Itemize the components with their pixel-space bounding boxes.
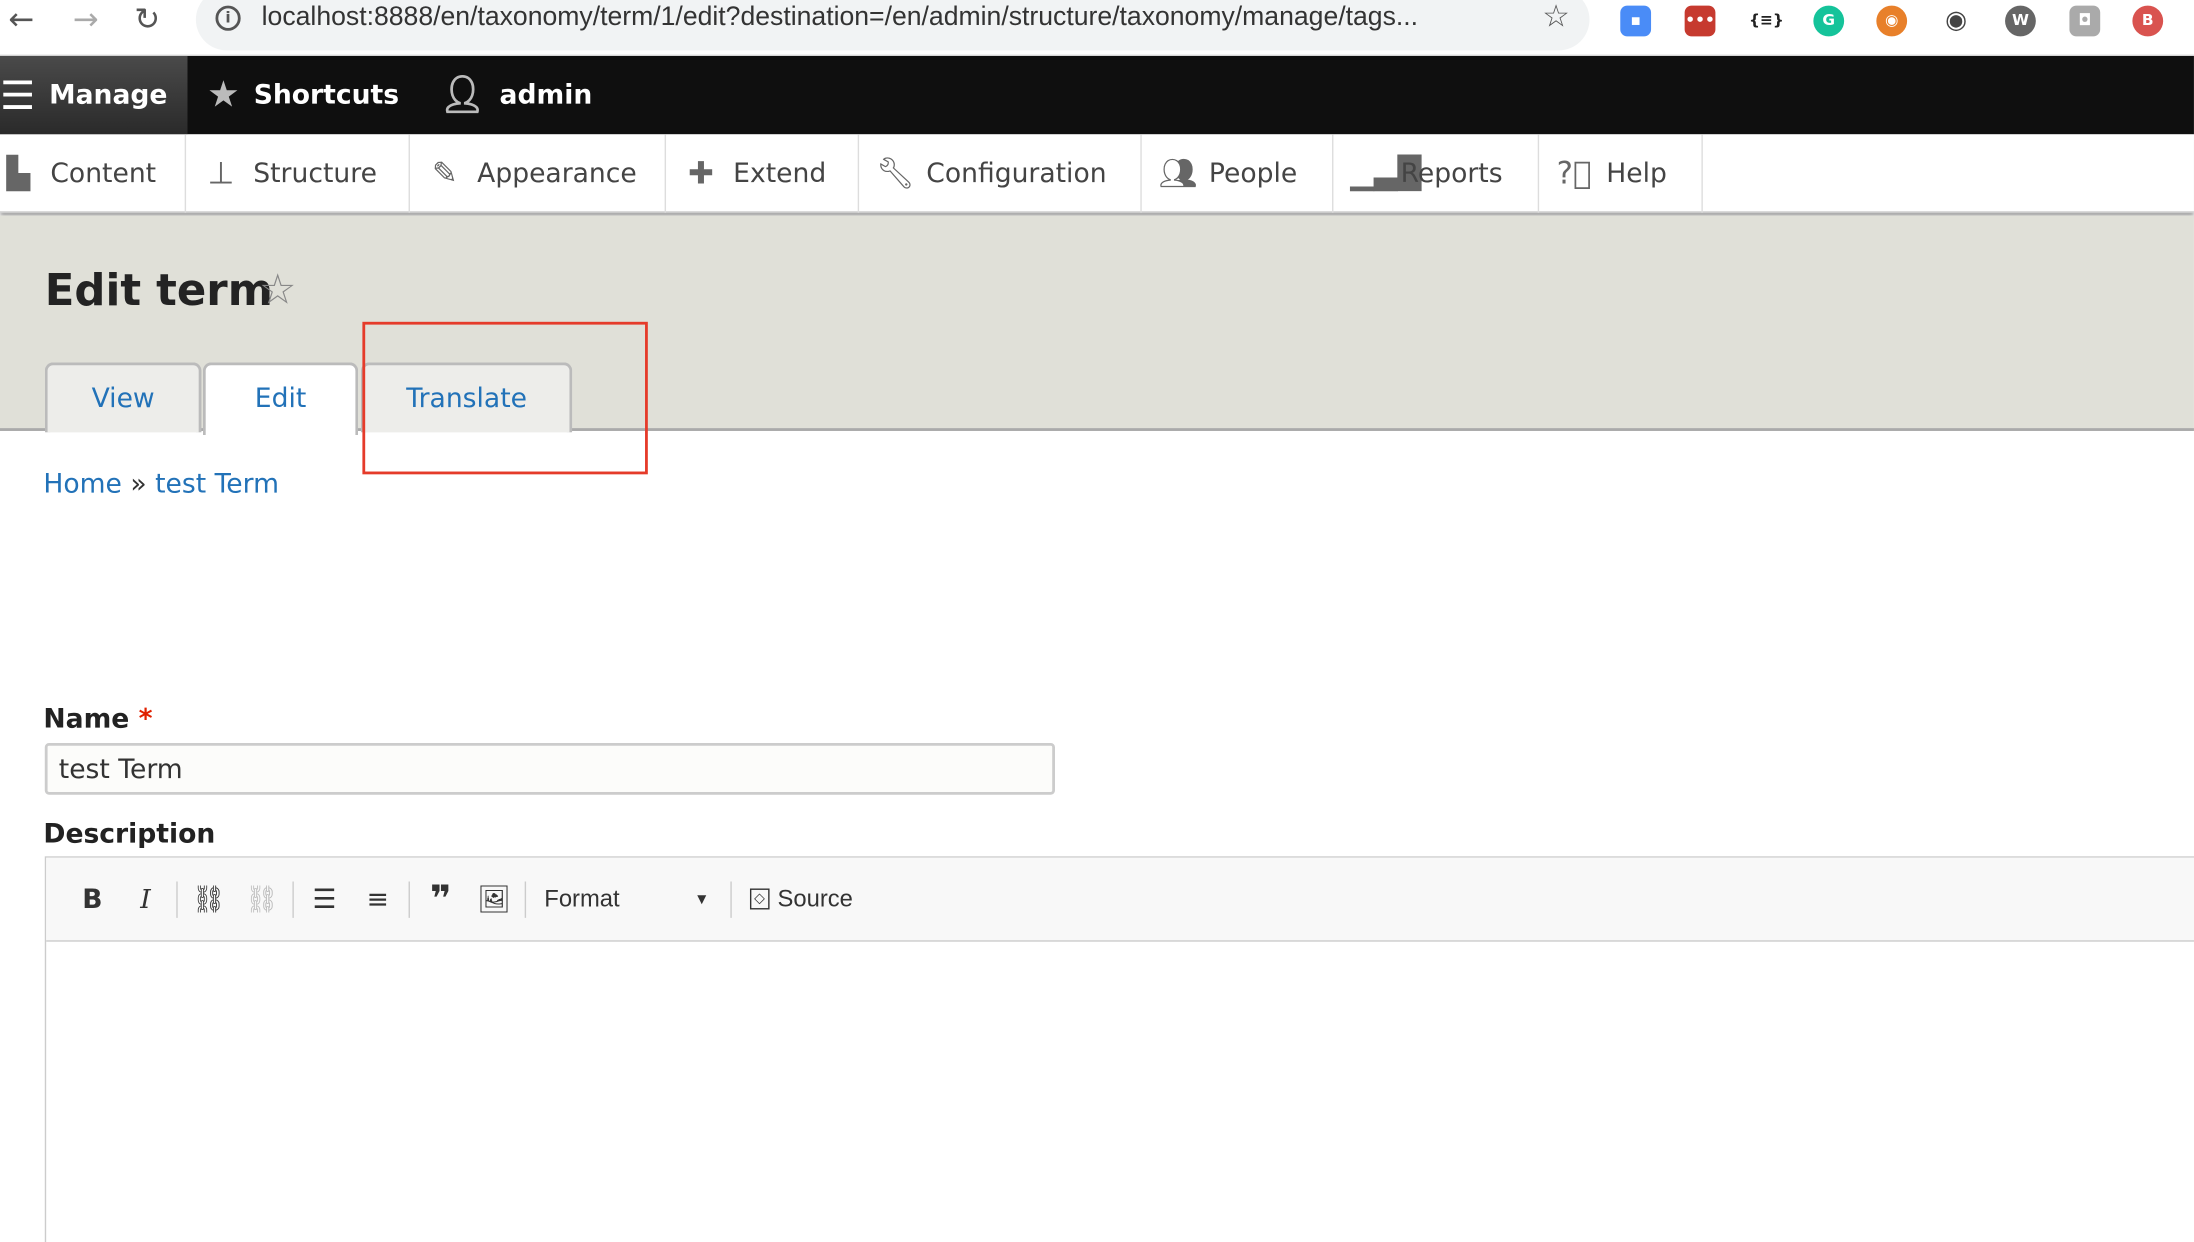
help-icon: ?⃝ bbox=[1556, 156, 1592, 191]
toolbar-shortcuts[interactable]: ★ Shortcuts bbox=[190, 56, 416, 134]
reload-icon[interactable]: ↻ bbox=[134, 3, 160, 38]
name-input[interactable] bbox=[44, 742, 1055, 795]
tray-label: Content bbox=[50, 158, 157, 189]
puzzle-icon: ✚ bbox=[688, 156, 714, 191]
star-icon: ★ bbox=[207, 74, 240, 117]
tray-item-help[interactable]: ?⃝ Help bbox=[1539, 134, 1703, 213]
tray-item-appearance[interactable]: ✎ Appearance bbox=[410, 134, 667, 213]
separator bbox=[176, 880, 178, 918]
separator bbox=[524, 880, 527, 918]
url-text[interactable]: localhost:8888/en/taxonomy/term/1/edit?d… bbox=[262, 3, 1418, 34]
info-icon[interactable]: i bbox=[215, 5, 241, 31]
description-label: Description bbox=[43, 818, 216, 850]
tray-label: Help bbox=[1606, 158, 1667, 189]
wrench-icon: 🔧︎ bbox=[875, 156, 915, 191]
tray-item-content[interactable]: ▙ Content bbox=[0, 134, 187, 213]
b-extension-icon[interactable]: B bbox=[2132, 5, 2164, 37]
admin-toolbar: ☰ Manage ★ Shortcuts 👤︎ admin bbox=[0, 55, 2194, 135]
breadcrumb-current[interactable]: test Term bbox=[155, 469, 279, 500]
tab-edit[interactable]: Edit bbox=[202, 362, 359, 436]
blockquote-icon[interactable]: ❞ bbox=[414, 881, 467, 917]
breadcrumb: Home » test Term bbox=[43, 469, 279, 500]
numbered-list-icon[interactable]: ≡ bbox=[351, 884, 404, 915]
wordpress-extension-icon[interactable]: W bbox=[2005, 5, 2036, 37]
shortcuts-label: Shortcuts bbox=[253, 79, 400, 111]
bold-icon[interactable]: B bbox=[66, 884, 119, 915]
tray-item-configuration[interactable]: 🔧︎ Configuration bbox=[859, 134, 1142, 213]
eye-extension-icon[interactable]: ◉ bbox=[1941, 6, 1972, 37]
tray-item-reports[interactable]: ▁▃█ Reports bbox=[1333, 134, 1540, 213]
source-button[interactable]: ◇ Source bbox=[736, 885, 853, 913]
tray-label: Reports bbox=[1400, 158, 1503, 189]
tray-label: Configuration bbox=[926, 158, 1107, 189]
people-icon: 👥︎ bbox=[1158, 156, 1198, 191]
italic-icon[interactable]: I bbox=[119, 884, 172, 915]
camera-extension-icon[interactable]: ◘ bbox=[2069, 5, 2101, 37]
tray-label: Extend bbox=[733, 158, 827, 189]
editor-toolbar: B I ⛓ ⛓ ☰ ≡ ❞ 🖼︎ Format ▼ ◇ Source bbox=[46, 857, 2194, 942]
unlink-icon[interactable]: ⛓ bbox=[235, 883, 288, 915]
tab-view[interactable]: View bbox=[44, 362, 202, 433]
format-dropdown[interactable]: Format ▼ bbox=[530, 885, 726, 913]
bulleted-list-icon[interactable]: ☰ bbox=[298, 884, 351, 915]
dropdown-arrow-icon: ▼ bbox=[694, 890, 710, 908]
user-label: admin bbox=[499, 79, 593, 111]
browser-bar: ← → ↻ i localhost:8888/en/taxonomy/term/… bbox=[0, 0, 2194, 56]
tray-label: People bbox=[1208, 158, 1298, 189]
breadcrumb-home[interactable]: Home bbox=[43, 469, 122, 500]
zoom-extension-icon[interactable]: ▪ bbox=[1620, 5, 1652, 37]
toolbar-manage[interactable]: ☰ Manage bbox=[0, 55, 188, 135]
back-icon[interactable]: ← bbox=[8, 3, 34, 38]
separator bbox=[730, 880, 732, 918]
sitemap-icon: ⊥ bbox=[207, 156, 235, 191]
description-editor: B I ⛓ ⛓ ☰ ≡ ❞ 🖼︎ Format ▼ ◇ Source bbox=[44, 856, 2194, 1242]
separator bbox=[408, 880, 410, 918]
grammarly-extension-icon[interactable]: G bbox=[1813, 5, 1845, 37]
tray-item-people[interactable]: 👥︎ People bbox=[1142, 134, 1334, 213]
required-marker: * bbox=[138, 703, 153, 735]
source-icon: ◇ bbox=[749, 888, 770, 910]
colorpicker-extension-icon[interactable]: ◉ bbox=[1876, 5, 1908, 37]
tray-item-structure[interactable]: ⊥ Structure bbox=[186, 134, 410, 213]
link-icon[interactable]: ⛓ bbox=[182, 883, 235, 915]
highlight-box bbox=[362, 321, 648, 475]
tray-label: Structure bbox=[253, 158, 377, 189]
bar-chart-icon: ▁▃█ bbox=[1350, 156, 1422, 191]
manage-label: Manage bbox=[49, 79, 168, 111]
file-icon: ▙ bbox=[6, 156, 31, 191]
toolbar-tray: ▙ Content ⊥ Structure ✎ Appearance ✚ Extend … bbox=[0, 134, 2194, 213]
menu-icon: ☰ bbox=[0, 72, 36, 119]
shortcut-star-icon[interactable]: ☆ bbox=[259, 266, 297, 315]
toolbar-user[interactable]: 👤︎ admin bbox=[423, 56, 609, 134]
lastpass-extension-icon[interactable]: ••• bbox=[1684, 5, 1716, 37]
tray-item-extend[interactable]: ✚ Extend bbox=[666, 134, 860, 213]
address-bar[interactable]: i localhost:8888/en/taxonomy/term/1/edit… bbox=[195, 0, 1590, 51]
image-icon[interactable]: 🖼︎ bbox=[467, 883, 520, 915]
source-label: Source bbox=[777, 884, 853, 912]
paintbrush-icon: ✎ bbox=[432, 156, 458, 191]
bookmark-star-icon[interactable]: ☆ bbox=[1542, 0, 1570, 35]
name-label-text: Name bbox=[43, 703, 130, 735]
separator bbox=[292, 880, 294, 918]
page-title: Edit term bbox=[44, 265, 273, 317]
name-label: Name * bbox=[43, 704, 152, 735]
page-header: Edit term ☆ View Edit Translate bbox=[0, 215, 2194, 436]
json-extension-icon[interactable]: {≡} bbox=[1749, 6, 1784, 37]
forward-icon[interactable]: → bbox=[73, 3, 99, 38]
user-icon: 👤︎ bbox=[439, 74, 486, 117]
breadcrumb-separator: » bbox=[130, 468, 147, 500]
format-label: Format bbox=[544, 884, 620, 912]
tray-label: Appearance bbox=[477, 158, 637, 189]
